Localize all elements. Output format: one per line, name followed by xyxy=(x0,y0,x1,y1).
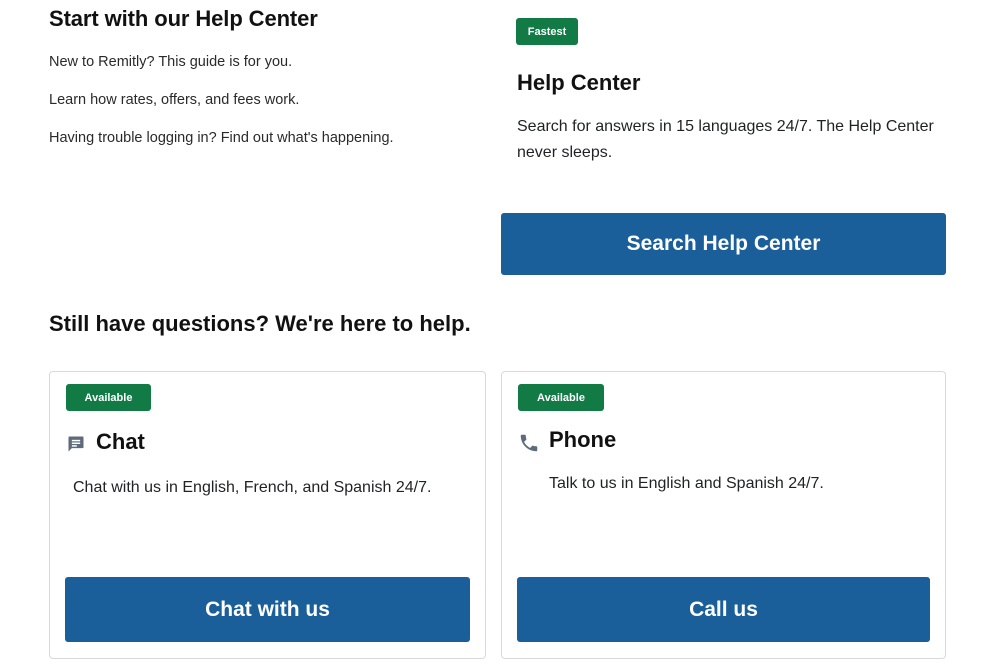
rates-fees-link[interactable]: Learn how rates, offers, and fees work. xyxy=(49,92,299,108)
help-center-title: Help Center xyxy=(517,70,641,95)
chat-title: Chat xyxy=(96,429,145,454)
help-center-intro-title: Start with our Help Center xyxy=(49,6,318,31)
phone-icon xyxy=(518,432,540,454)
phone-available-badge: Available xyxy=(518,384,604,411)
login-trouble-link[interactable]: Having trouble logging in? Find out what… xyxy=(49,130,394,146)
fastest-badge: Fastest xyxy=(516,18,578,45)
chat-available-badge: Available xyxy=(66,384,151,411)
help-center-description: Search for answers in 15 languages 24/7.… xyxy=(517,118,934,161)
chat-icon xyxy=(66,434,86,454)
chat-with-us-button[interactable]: Chat with us xyxy=(65,577,470,642)
search-help-center-button[interactable]: Search Help Center xyxy=(501,213,946,275)
chat-description: Chat with us in English, French, and Spa… xyxy=(73,479,432,496)
phone-title: Phone xyxy=(549,427,617,452)
contact-section-title: Still have questions? We're here to help… xyxy=(49,311,471,336)
new-user-guide-link[interactable]: New to Remitly? This guide is for you. xyxy=(49,54,292,70)
call-us-button[interactable]: Call us xyxy=(517,577,930,642)
phone-description: Talk to us in English and Spanish 24/7. xyxy=(549,475,824,492)
